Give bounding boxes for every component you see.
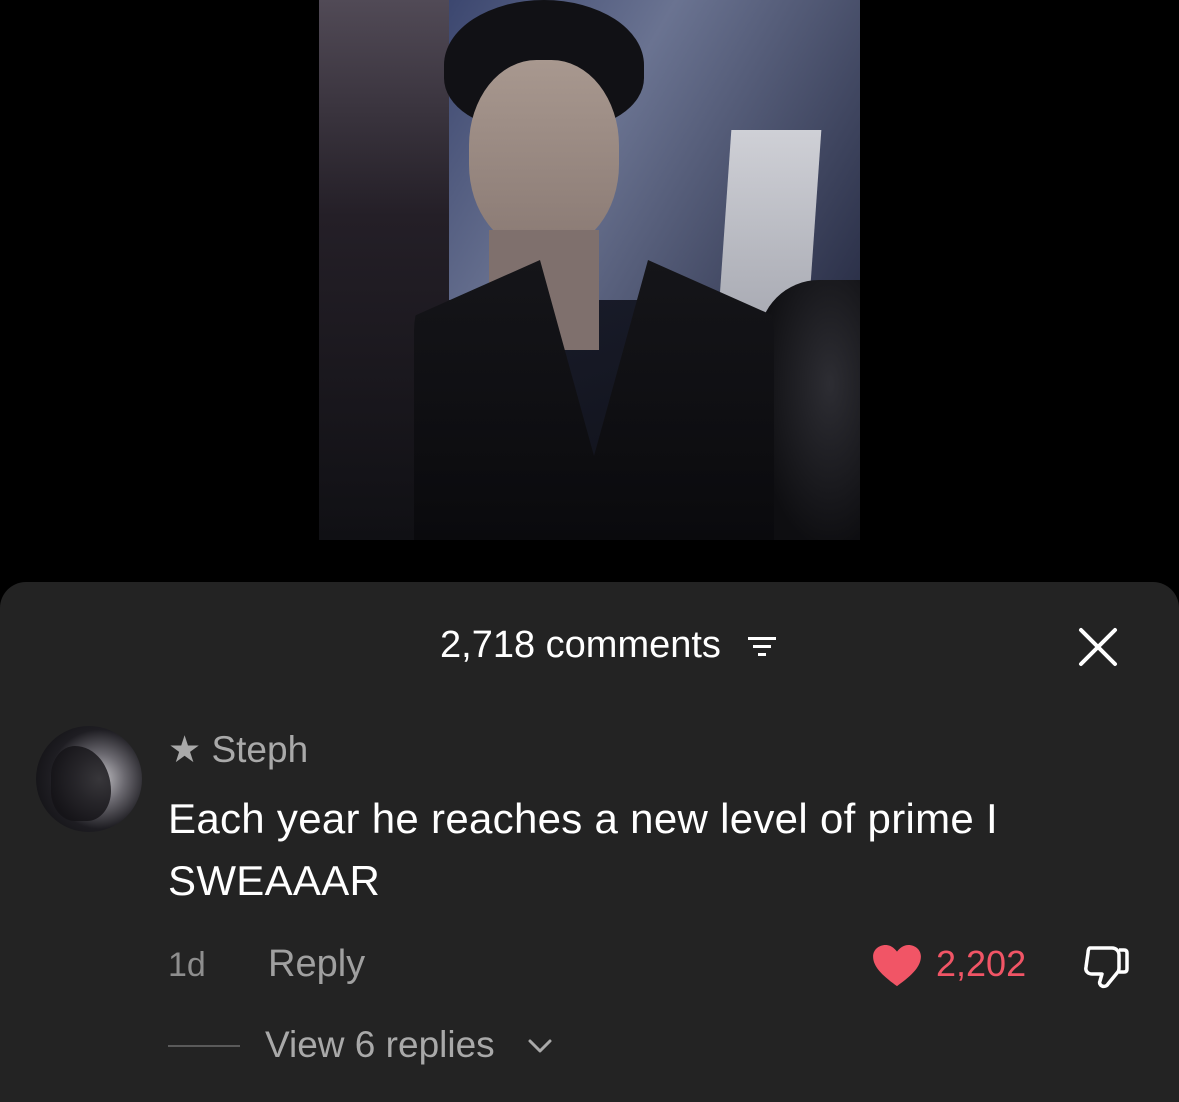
heart-icon[interactable] xyxy=(870,944,924,988)
replies-divider xyxy=(168,1045,240,1047)
comments-count: 2,718 comments xyxy=(440,624,721,666)
dislike-icon[interactable] xyxy=(1080,940,1132,992)
comments-header: 2,718 comments xyxy=(0,620,1179,670)
comments-sheet: 2,718 comments ★ Steph Each year he reac… xyxy=(0,582,1179,1102)
view-replies-button[interactable]: View 6 replies xyxy=(0,1020,1179,1070)
view-replies-label[interactable]: View 6 replies xyxy=(265,1020,495,1070)
comment-timestamp: 1d xyxy=(168,946,206,984)
sort-icon[interactable] xyxy=(748,633,776,659)
like-count: 2,202 xyxy=(936,943,1027,984)
comment-text: Each year he reaches a new level of prim… xyxy=(168,795,998,904)
close-icon[interactable] xyxy=(1075,624,1121,670)
chevron-down-icon[interactable] xyxy=(527,1036,553,1056)
avatar[interactable] xyxy=(36,726,142,832)
comment-actions: 1d Reply 2,202 xyxy=(0,940,1179,990)
video-thumbnail[interactable] xyxy=(319,0,860,540)
comment-username[interactable]: ★ Steph xyxy=(168,728,308,772)
video-area[interactable] xyxy=(0,0,1179,585)
reply-button[interactable]: Reply xyxy=(268,940,365,988)
